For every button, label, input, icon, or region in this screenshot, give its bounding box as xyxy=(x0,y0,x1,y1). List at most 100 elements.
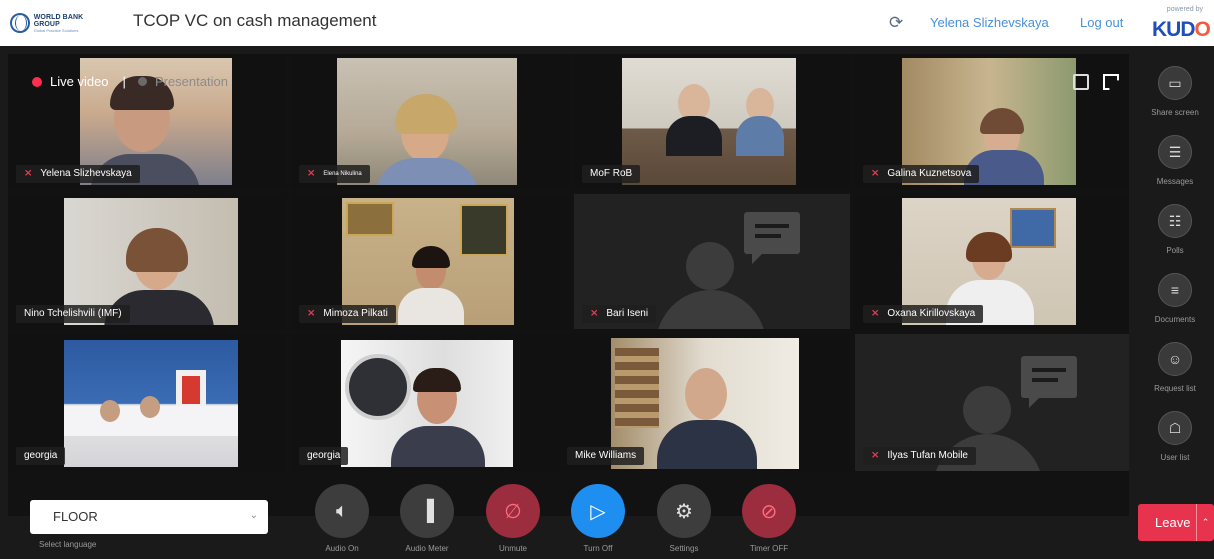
layout-icon[interactable] xyxy=(1073,74,1089,90)
leave-button[interactable]: Leave ⌃ xyxy=(1138,504,1214,541)
chevron-down-icon: ⌄ xyxy=(249,510,258,521)
fullscreen-icon[interactable] xyxy=(1103,74,1119,90)
sidebar-item-label: Documents xyxy=(1154,315,1196,324)
audio-meter-icon[interactable]: ▐ xyxy=(400,484,454,538)
tab-live-video[interactable]: Live video xyxy=(50,74,109,89)
participant-name-label: georgia xyxy=(16,447,66,465)
audio-on-label: Audio On xyxy=(325,544,359,553)
participant-name-label: ⨯ Elena Nikulina xyxy=(299,165,370,183)
camera-feed xyxy=(622,58,796,185)
right-sidebar: ▭ Share screen ☰ Messages ☷ Polls ≡ Docu… xyxy=(1136,54,1214,516)
mic-off-icon: ⨯ xyxy=(871,168,880,179)
participant-name-label: ⨯ Mimoza Pilkati xyxy=(299,305,396,323)
chat-bubble-icon xyxy=(1021,356,1077,408)
participant-name-label: MoF RoB xyxy=(582,165,641,183)
avatar-body xyxy=(656,290,766,329)
video-tile[interactable]: ⨯ Mimoza Pilkati xyxy=(291,194,569,329)
avatar-icon xyxy=(686,242,734,290)
video-tile[interactable]: georgia xyxy=(291,334,569,471)
participant-name-label: ⨯ Oxana Kirillovskaya xyxy=(863,305,984,323)
video-tile[interactable]: ⨯ Oxana Kirillovskaya xyxy=(855,194,1129,329)
participant-name-label: Mike Williams xyxy=(567,447,645,465)
video-tile[interactable]: Nino Tchelishvili (IMF) xyxy=(8,194,286,329)
polls-icon: ☷ xyxy=(1158,204,1192,238)
share-screen-icon: ▭ xyxy=(1158,66,1192,100)
language-value: FLOOR xyxy=(53,509,98,524)
mic-off-icon: ⨯ xyxy=(307,308,316,319)
participant-name-label: Nino Tchelishvili (IMF) xyxy=(16,305,130,323)
video-tile[interactable]: georgia xyxy=(8,334,286,471)
sidebar-item-polls[interactable]: ☷ Polls xyxy=(1136,204,1214,255)
camera-control[interactable]: ▷ Turn Off xyxy=(563,484,633,553)
documents-icon: ≡ xyxy=(1158,273,1192,307)
settings-control[interactable]: ⚙ Settings xyxy=(649,484,719,553)
mic-off-icon: ⨯ xyxy=(590,308,599,319)
grid-view-controls xyxy=(1073,74,1119,90)
gear-icon[interactable]: ⚙ xyxy=(657,484,711,538)
sidebar-item-label: User list xyxy=(1160,453,1190,462)
video-grid: ⨯ Yelena Slizhevskaya ⨯ Elena Nikulina MoF… xyxy=(8,54,1129,516)
mic-off-icon: ⨯ xyxy=(871,450,880,461)
unmute-control[interactable]: ∅ Unmute xyxy=(478,484,548,553)
sidebar-item-label: Messages xyxy=(1156,177,1194,186)
mic-off-icon: ⨯ xyxy=(24,168,33,179)
messages-icon: ☰ xyxy=(1158,135,1192,169)
sidebar-item-documents[interactable]: ≡ Documents xyxy=(1136,273,1214,324)
timer-off-icon[interactable]: ⊘ xyxy=(742,484,796,538)
logo-text: WORLD BANK GROUP xyxy=(33,13,84,28)
participant-name-label: georgia xyxy=(299,447,349,465)
speaker-icon[interactable]: 🔈︎ xyxy=(315,484,369,538)
timer-control[interactable]: ⊘ Timer OFF xyxy=(734,484,804,553)
camera-feed xyxy=(341,340,513,467)
video-tile[interactable]: ⨯ Elena Nikulina xyxy=(291,54,569,189)
audio-meter-control[interactable]: ▐ Audio Meter xyxy=(392,484,462,553)
language-label: Select language xyxy=(39,540,97,549)
timer-off-label: Timer OFF xyxy=(749,544,789,553)
camera-icon[interactable]: ▷ xyxy=(571,484,625,538)
leave-label: Leave xyxy=(1155,515,1191,530)
kudo-logo: powered by KUDO xyxy=(1152,6,1211,41)
sidebar-item-share-screen[interactable]: ▭ Share screen xyxy=(1136,66,1214,117)
language-select[interactable]: FLOOR ⌄ xyxy=(30,500,268,534)
mic-off-icon: ⨯ xyxy=(307,168,316,179)
sidebar-item-label: Share screen xyxy=(1151,108,1199,117)
video-tile[interactable]: MoF RoB xyxy=(574,54,850,189)
video-tile[interactable]: Mike Williams xyxy=(559,334,850,471)
participant-name-label: ⨯ Galina Kuznetsova xyxy=(863,165,980,183)
page-title: TCOP VC on cash management xyxy=(133,11,377,30)
sidebar-item-user-list[interactable]: ☖ User list xyxy=(1136,411,1214,462)
globe-icon xyxy=(10,13,30,33)
camera-feed xyxy=(64,340,238,467)
world-bank-logo: WORLD BANK GROUP Global Practice Solutio… xyxy=(10,12,110,34)
user-list-icon: ☖ xyxy=(1158,411,1192,445)
sidebar-item-request-list[interactable]: ☺ Request list xyxy=(1136,342,1214,393)
meeting-stage: ⨯ Yelena Slizhevskaya ⨯ Elena Nikulina MoF… xyxy=(0,46,1214,559)
settings-label: Settings xyxy=(669,544,699,553)
top-bar: WORLD BANK GROUP Global Practice Solutio… xyxy=(0,0,1214,46)
logo-subtext: Global Practice Solutions xyxy=(33,27,79,33)
user-name-link[interactable]: Yelena Slizhevskaya xyxy=(930,15,1049,30)
audio-on-control[interactable]: 🔈︎ Audio On xyxy=(307,484,377,553)
powered-by-text: powered by xyxy=(1166,6,1203,13)
live-dot-icon xyxy=(32,76,42,87)
video-tile[interactable]: ⨯ Bari Iseni xyxy=(574,194,850,329)
participant-name-label: ⨯ Ilyas Tufan Mobile xyxy=(863,447,976,465)
sidebar-item-label: Polls xyxy=(1166,246,1184,255)
sidebar-item-label: Request list xyxy=(1154,384,1196,393)
request-list-icon: ☺ xyxy=(1158,342,1192,376)
logout-link[interactable]: Log out xyxy=(1080,15,1123,30)
tab-presentation[interactable]: Presentation xyxy=(155,74,228,89)
chevron-up-icon[interactable]: ⌃ xyxy=(1196,504,1214,541)
sidebar-item-messages[interactable]: ☰ Messages xyxy=(1136,135,1214,186)
mic-muted-icon[interactable]: ∅ xyxy=(486,484,540,538)
view-tabs: Live video | Presentation xyxy=(32,74,228,89)
video-tile[interactable]: ⨯ Ilyas Tufan Mobile xyxy=(855,334,1129,471)
presentation-dot-icon xyxy=(137,77,147,86)
unmute-label: Unmute xyxy=(498,544,527,553)
turn-off-label: Turn Off xyxy=(583,544,613,553)
kudo-brand: KUDO xyxy=(1152,18,1211,41)
participant-name-label: ⨯ Yelena Slizhevskaya xyxy=(16,165,140,183)
avatar-icon xyxy=(963,386,1011,434)
refresh-icon[interactable]: ⟳ xyxy=(889,14,907,32)
chat-bubble-icon xyxy=(744,212,800,264)
